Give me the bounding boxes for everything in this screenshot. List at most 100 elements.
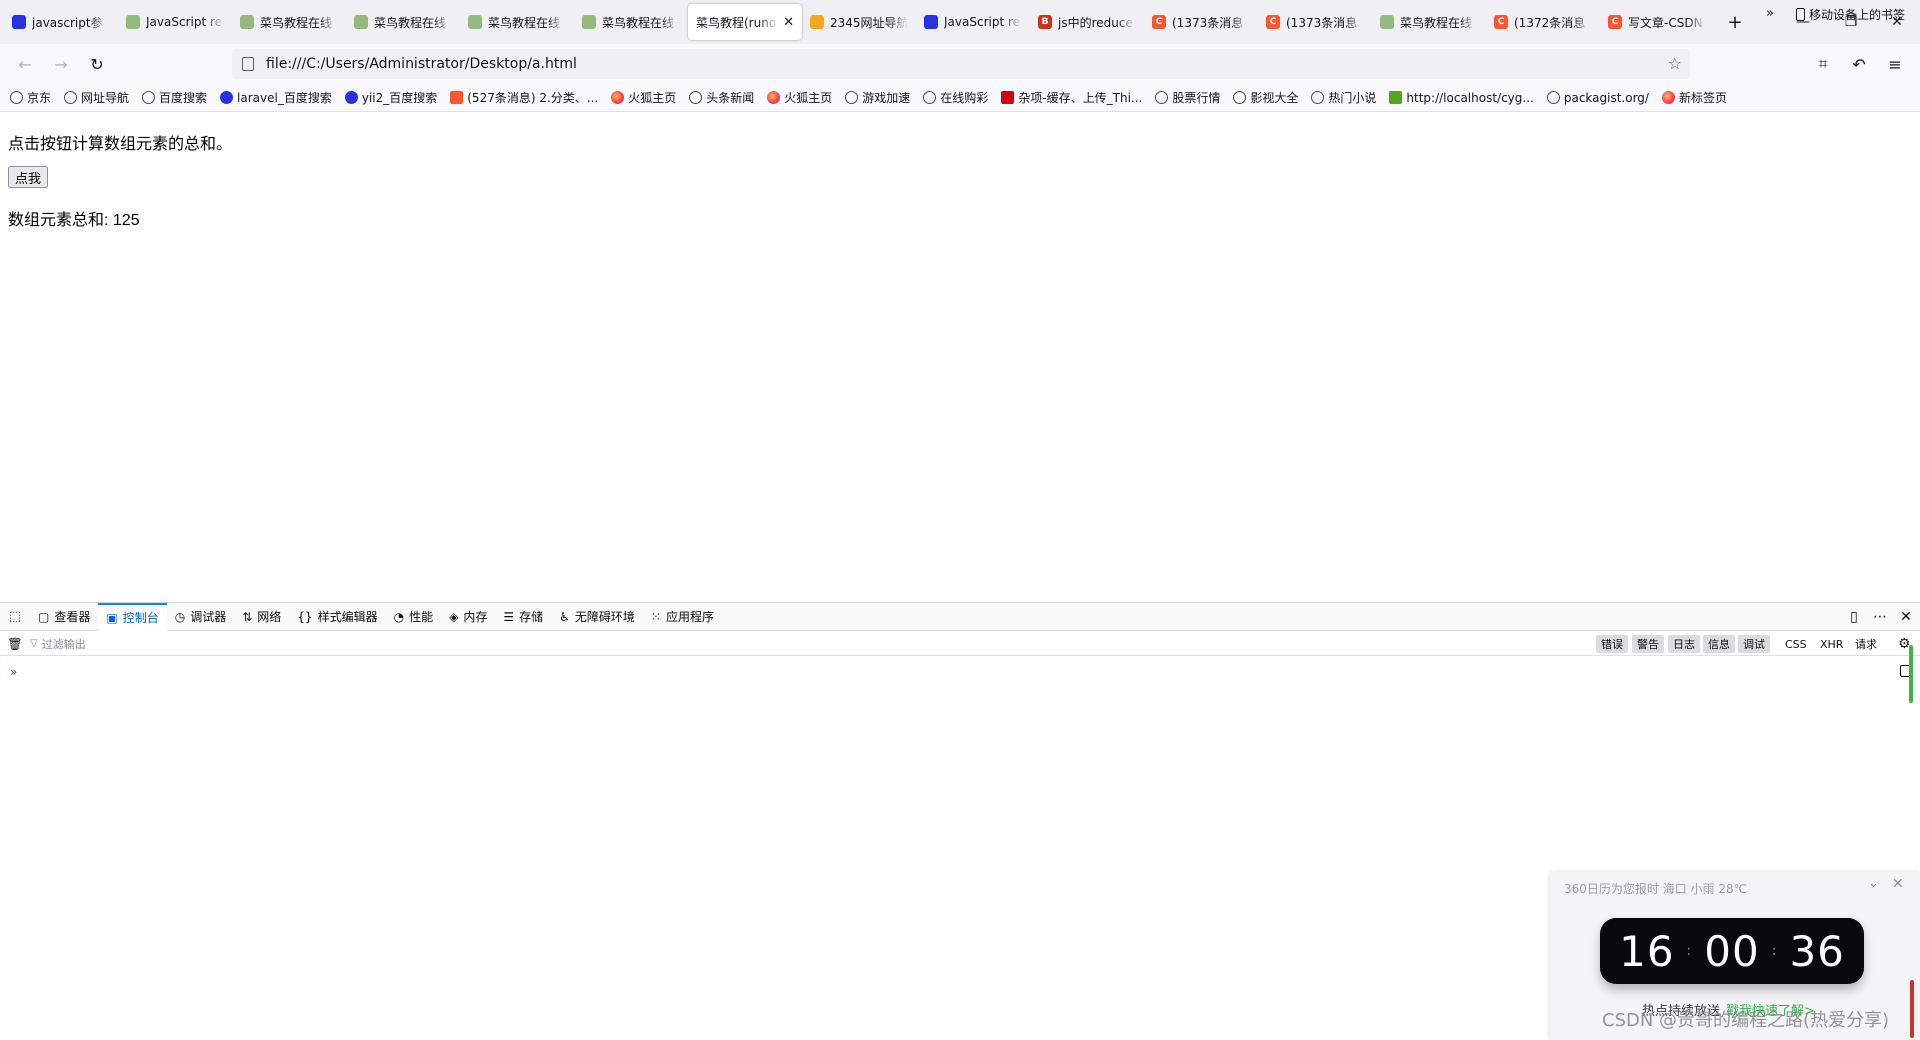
close-tab-icon[interactable]: ✕ — [783, 15, 794, 30]
devtools-tab[interactable]: ♿ 无障碍环境 — [551, 603, 643, 631]
devtools-tab-icon: ▢ — [38, 609, 50, 624]
bookmark-item[interactable]: 在线购彩 — [923, 89, 988, 106]
bookmarks-overflow-icon[interactable]: » — [1766, 6, 1774, 21]
cyg-icon — [1389, 91, 1403, 104]
side-scroll-indicator — [1909, 645, 1913, 703]
element-picker-icon[interactable]: ⬚ — [0, 603, 30, 631]
log-level-toggle[interactable]: 日志 — [1668, 635, 1700, 653]
browser-tab[interactable]: C 写文章-CSDN — [1600, 4, 1714, 40]
csdn-favicon-icon: C — [1266, 15, 1280, 29]
bookmark-item[interactable]: 百度搜索 — [142, 89, 207, 106]
dock-icon[interactable]: ▯ — [1842, 603, 1866, 631]
bookmark-item[interactable]: http://localhost/cyg... — [1389, 91, 1534, 105]
filter-output-input[interactable]: ▽ 过滤输出 — [30, 636, 86, 652]
browser-tab[interactable]: JavaScript re — [118, 4, 232, 40]
more-options-icon[interactable]: ⋯ — [1868, 603, 1892, 631]
browser-tab[interactable]: C (1373条消息 — [1144, 4, 1258, 40]
runoob-favicon-icon — [354, 15, 368, 29]
bookmark-item[interactable]: laravel_百度搜索 — [220, 89, 332, 106]
tab-title: 菜鸟教程(runo — [696, 15, 777, 30]
devtools-tab[interactable]: ◈ 内存 — [441, 603, 495, 631]
browser-tab[interactable]: 菜鸟教程(runo ✕ — [688, 4, 802, 40]
log-level-toggle[interactable]: 错误 — [1596, 635, 1628, 653]
clear-console-icon[interactable]: 🗑 — [0, 637, 30, 651]
bookmark-item[interactable]: packagist.org/ — [1546, 91, 1649, 105]
console-prompt-icon[interactable]: » — [10, 665, 17, 679]
bookmark-label: 头条新闻 — [706, 91, 755, 105]
browser-tab[interactable]: C (1372条消息 — [1486, 4, 1600, 40]
bookmark-label: 京东 — [27, 91, 52, 105]
bookmark-item[interactable]: 京东 — [10, 89, 51, 106]
bookmark-item[interactable]: 火狐主页 — [767, 89, 832, 106]
csdn-favicon-icon: C — [1608, 15, 1622, 29]
click-me-button[interactable]: 点我 — [8, 166, 49, 188]
runoob-favicon-icon — [1380, 15, 1394, 29]
devtools-tabs: ▢ 查看器 ▣ 控制台 ◷ 调试器 ⇅ 网络 {} 样式编辑器 ◔ 性能 ◈ 内存 ☰ 存储 ♿ 无障碍环境 ⁙ 应用… — [30, 602, 722, 631]
bookmark-item[interactable]: 杂项-缓存、上传_Thi... — [1001, 89, 1142, 106]
browser-tab[interactable]: 菜鸟教程在线 — [460, 4, 574, 40]
runoob-favicon-icon — [582, 15, 596, 29]
tab-title: 写文章-CSDN — [1628, 15, 1703, 30]
log-level-toggle[interactable]: 信息 — [1703, 635, 1735, 653]
bookmark-item[interactable]: 新标签页 — [1661, 89, 1727, 106]
devtools-tab[interactable]: ◔ 性能 — [386, 603, 442, 631]
devtools-tab-label: 存储 — [519, 610, 544, 624]
mobile-bookmarks[interactable]: 移动设备上的书签 — [1796, 6, 1905, 23]
globe-icon — [10, 91, 23, 104]
browser-tab[interactable]: JavaScript re — [916, 4, 1030, 40]
screenshot-icon[interactable]: ⌗ — [1806, 48, 1840, 80]
menu-icon[interactable]: ≡ — [1878, 48, 1912, 80]
browser-tab[interactable]: 菜鸟教程在线 — [232, 4, 346, 40]
browser-tab[interactable]: 菜鸟教程在线 — [574, 4, 688, 40]
globe-icon — [1233, 91, 1247, 104]
browser-tab[interactable]: javascript参 — [4, 4, 118, 40]
url-bar[interactable]: file:///C:/Users/Administrator/Desktop/a… — [232, 49, 1690, 79]
reload-button[interactable]: ↻ — [80, 48, 114, 80]
csdn-favicon-icon: C — [1494, 15, 1508, 29]
tab-title: 2345网址导航 — [830, 15, 908, 30]
devtools-tab-label: 应用程序 — [665, 610, 714, 624]
tab-title: (1372条消息 — [1514, 15, 1586, 30]
clock-seconds: 36 — [1789, 926, 1845, 976]
browser-tab[interactable]: 菜鸟教程在线 — [1372, 4, 1486, 40]
devtools-tab[interactable]: ⁙ 应用程序 — [643, 603, 722, 631]
chevron-down-icon[interactable]: ⌄ — [1868, 876, 1879, 891]
bookmark-item[interactable]: 网址导航 — [64, 89, 129, 106]
browser-tab[interactable]: 2345网址导航 — [802, 4, 916, 40]
undo-icon[interactable]: ↶ — [1842, 48, 1876, 80]
bookmark-item[interactable]: 股票行情 — [1155, 89, 1220, 106]
devtools-tab[interactable]: {} 样式编辑器 — [289, 603, 385, 631]
bookmark-item[interactable]: yii2_百度搜索 — [344, 89, 438, 106]
devtools-tab[interactable]: ◷ 调试器 — [167, 603, 235, 631]
browser-tab[interactable]: Bjs中的reduce — [1030, 4, 1144, 40]
devtools-tab-icon: ☰ — [503, 609, 515, 624]
log-level-toggle[interactable]: 警告 — [1632, 635, 1664, 653]
bookmark-item[interactable]: 热门小说 — [1311, 89, 1376, 106]
log-level-toggle[interactable]: 调试 — [1738, 635, 1770, 653]
devtools-tab[interactable]: ▣ 控制台 — [98, 602, 167, 631]
bookmark-item[interactable]: 头条新闻 — [689, 89, 754, 106]
log-level-toggle[interactable]: 请求 — [1850, 635, 1882, 653]
bookmark-item[interactable]: (527条消息) 2.分类、... — [450, 89, 598, 106]
log-level-toggle[interactable]: CSS — [1780, 635, 1812, 653]
bookmark-label: 在线购彩 — [940, 91, 989, 105]
devtools-tab[interactable]: ▢ 查看器 — [30, 603, 98, 631]
back-button[interactable]: ← — [8, 48, 42, 80]
close-icon[interactable]: ✕ — [1892, 876, 1904, 892]
log-level-toggle[interactable]: XHR — [1815, 635, 1848, 653]
forward-button[interactable]: → — [44, 48, 78, 80]
devtools-tab[interactable]: ☰ 存储 — [495, 603, 551, 631]
bookmark-star-icon[interactable]: ☆ — [1668, 54, 1682, 73]
result-text: 数组元素总和: 125 — [8, 212, 140, 229]
browser-tab[interactable]: C (1373条消息 — [1258, 4, 1372, 40]
bookmark-item[interactable]: 影视大全 — [1233, 89, 1298, 106]
bookmark-label: 影视大全 — [1250, 91, 1299, 105]
devtools-tab-icon: ⁙ — [650, 609, 661, 624]
close-devtools-icon[interactable]: ✕ — [1894, 603, 1918, 631]
bookmark-item[interactable]: 游戏加速 — [845, 89, 910, 106]
devtools-tab[interactable]: ⇅ 网络 — [234, 603, 289, 631]
bookmark-label: yii2_百度搜索 — [361, 91, 438, 105]
browser-tab[interactable]: 菜鸟教程在线 — [346, 4, 460, 40]
bookmark-item[interactable]: 火狐主页 — [611, 89, 676, 106]
new-tab-button[interactable]: + — [1720, 7, 1750, 37]
